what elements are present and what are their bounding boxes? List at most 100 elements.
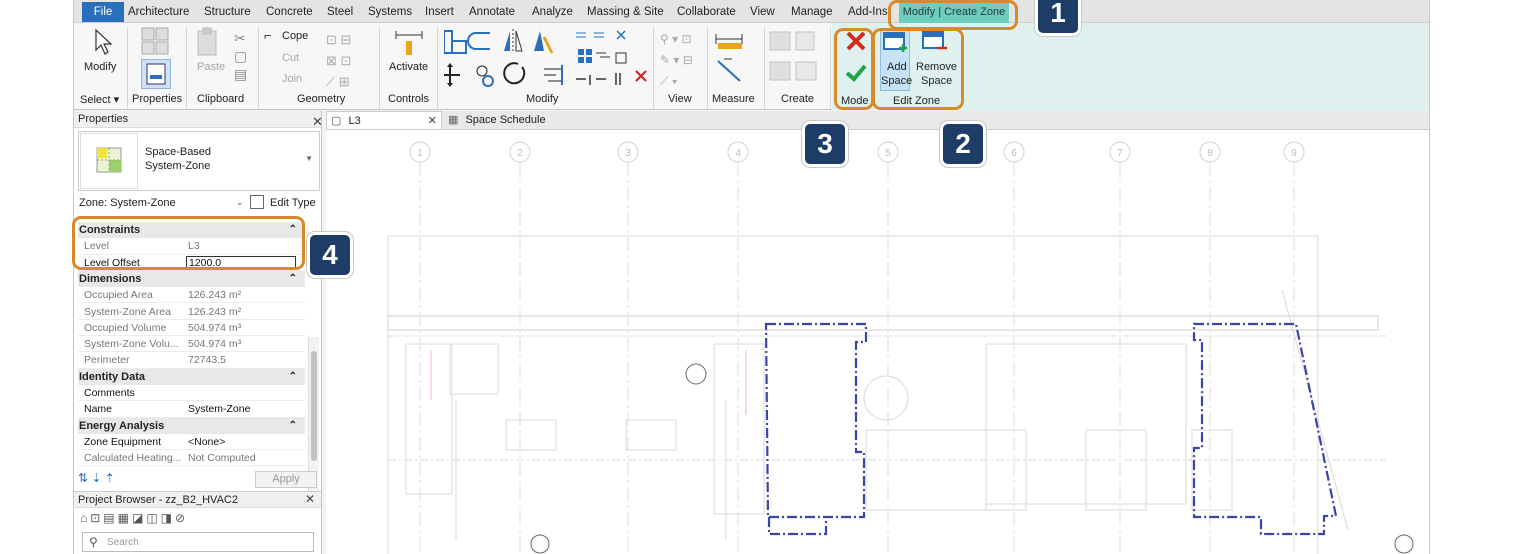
clipboard-panel-label: Clipboard: [197, 93, 245, 105]
tab-space-schedule[interactable]: ▦ Space Schedule: [444, 111, 594, 129]
tab-view-l3[interactable]: ▢ L3 ✕: [326, 111, 442, 129]
controls-panel-label: Controls: [388, 93, 429, 105]
tab-analyze[interactable]: Analyze: [532, 0, 573, 23]
view-panel-label: View: [668, 93, 692, 105]
zone-boundary-right[interactable]: [1192, 322, 1338, 536]
view-tools-icon[interactable]: ⚲ ▾ ⊡ ✎ ▾ ⊟ ⟋ ▾: [660, 29, 693, 92]
create-panel-label: Create: [781, 93, 815, 105]
browser-search-input[interactable]: ⚲ Search: [82, 532, 314, 552]
apply-button[interactable]: Apply: [255, 471, 317, 488]
paste-button[interactable]: Paste: [197, 61, 225, 73]
prop-group-header[interactable]: Dimensions ⌃: [78, 270, 305, 287]
tab-add-ins[interactable]: Add-Ins: [848, 0, 888, 23]
collapse-chevron-icon[interactable]: ⌃: [289, 418, 297, 434]
properties-label[interactable]: Properties: [132, 93, 182, 105]
collapse-chevron-icon[interactable]: ⌃: [289, 271, 297, 287]
callout-box-context-tab: [888, 0, 1018, 30]
sort-icons[interactable]: ⇅ ⇣ ⇡: [78, 471, 115, 485]
tab-manage[interactable]: Manage: [791, 0, 833, 23]
type-name-line1: Space-Based: [145, 146, 212, 158]
modify-tools-icons[interactable]: [440, 27, 654, 91]
create-tools-icon[interactable]: [768, 28, 826, 89]
property-value: 126.243 m²: [188, 305, 242, 318]
property-name: Occupied Volume: [84, 321, 167, 334]
type-selector[interactable]: Space-Based System-Zone ▼: [78, 131, 320, 191]
callout-badge-3: 3: [802, 121, 848, 167]
property-row[interactable]: Comments: [78, 385, 305, 402]
close-properties-icon[interactable]: ✕: [312, 114, 323, 130]
prop-group-name: Identity Data: [79, 370, 146, 383]
tab-insert[interactable]: Insert: [425, 0, 454, 23]
drawing-view-area[interactable]: ▢ L3 ✕ ▦ Space Schedule 1 2 3 4 5 6 7 8 9: [326, 111, 1430, 554]
grid-label: 2: [517, 148, 523, 159]
scrollbar-thumb[interactable]: [311, 351, 317, 461]
close-browser-icon[interactable]: ✕: [305, 492, 315, 506]
edit-type-icon[interactable]: [250, 195, 264, 209]
property-value[interactable]: System-Zone: [188, 401, 250, 417]
property-value: Not Computed: [188, 452, 256, 465]
join-button[interactable]: Join: [282, 73, 302, 85]
property-name: Zone Equipment: [84, 435, 162, 448]
property-row[interactable]: Zone Equipment <None>: [78, 434, 305, 451]
tab-collaborate[interactable]: Collaborate: [677, 0, 736, 23]
instance-selector[interactable]: Zone: System-Zone: [79, 197, 176, 209]
property-value: 126.243 m²: [188, 289, 242, 302]
grid-label: 4: [735, 148, 741, 159]
property-row: Occupied Area 126.243 m²: [78, 287, 305, 304]
tab-massing-site[interactable]: Massing & Site: [587, 0, 664, 23]
grid-label: 1: [417, 148, 423, 159]
property-value[interactable]: <None>: [188, 434, 225, 450]
tab-annotate[interactable]: Annotate: [469, 0, 515, 23]
modify-button[interactable]: Modify: [84, 61, 116, 73]
property-name: Occupied Area: [84, 289, 153, 302]
cope-button[interactable]: Cope: [282, 30, 308, 42]
floor-plan-drawing[interactable]: 1 2 3 4 5 6 7 8 9: [326, 130, 1430, 554]
callout-badge-2: 2: [940, 121, 986, 167]
property-name: Calculated Heating...: [84, 452, 182, 465]
callout-box-constraints: [72, 216, 305, 270]
floor-plan-icon: ▢: [331, 115, 342, 127]
project-browser: Project Browser - zz_B2_HVAC2 ✕ ⌂⊡▤▦◪◫◨⊘…: [74, 491, 322, 554]
prop-group-name: Energy Analysis: [79, 419, 165, 432]
property-row: System-Zone Area 126.243 m²: [78, 304, 305, 320]
close-tab-icon[interactable]: ✕: [428, 112, 437, 130]
tab-architecture[interactable]: Architecture: [128, 0, 189, 23]
grid-label: 7: [1117, 148, 1123, 159]
cut-scissors-icon[interactable]: ✂ ▢ ▤: [234, 29, 247, 83]
grid-label: 5: [885, 148, 891, 159]
property-value: 504.974 m³: [188, 321, 242, 334]
grid-label: 3: [625, 148, 631, 159]
edit-type-button[interactable]: Edit Type: [270, 197, 316, 209]
zone-type-icon: [80, 133, 138, 189]
tab-space-schedule-label: Space Schedule: [465, 114, 546, 126]
tab-concrete[interactable]: Concrete: [266, 0, 313, 23]
file-tab[interactable]: File: [82, 2, 124, 22]
property-name: Name: [84, 403, 113, 416]
property-row[interactable]: Name System-Zone: [78, 401, 305, 418]
view-marker[interactable]: [685, 363, 707, 385]
prop-group-header[interactable]: Energy Analysis ⌃: [78, 417, 305, 434]
properties-icon[interactable]: [141, 59, 171, 89]
browser-toolbar-icons[interactable]: ⌂⊡▤▦◪◫◨⊘: [80, 511, 188, 525]
properties-header: Properties: [74, 111, 321, 128]
prop-group-header[interactable]: Identity Data ⌃: [78, 368, 305, 385]
geometry-tools-icon[interactable]: ⊡ ⊟ ⊠ ⊡ ⟋ ⊞: [326, 29, 351, 92]
tab-view[interactable]: View: [750, 0, 775, 23]
collapse-chevron-icon[interactable]: ⌃: [289, 369, 297, 385]
cut-geometry-button[interactable]: Cut: [282, 52, 299, 64]
select-dropdown[interactable]: Select ▾: [80, 93, 119, 106]
modify-cursor-icon[interactable]: [92, 28, 114, 59]
zone-boundary-left[interactable]: [764, 322, 868, 536]
measure-icon[interactable]: [714, 29, 750, 88]
tab-systems[interactable]: Systems: [368, 0, 412, 23]
activate-button[interactable]: Activate: [389, 61, 428, 73]
cope-icon: ⌐: [264, 28, 272, 43]
tab-steel[interactable]: Steel: [327, 0, 353, 23]
properties-palette: Properties Space-Based System-Zone ▼ Zon…: [74, 111, 322, 554]
type-dropdown-arrow-icon[interactable]: ▼: [305, 154, 313, 163]
tab-structure[interactable]: Structure: [204, 0, 251, 23]
selector-chevron-icon[interactable]: ⌄: [236, 197, 244, 208]
property-row: Calculated Heating... Not Computed: [78, 450, 305, 467]
tab-l3-label: L3: [348, 115, 361, 127]
callout-box-mode: [834, 28, 874, 110]
